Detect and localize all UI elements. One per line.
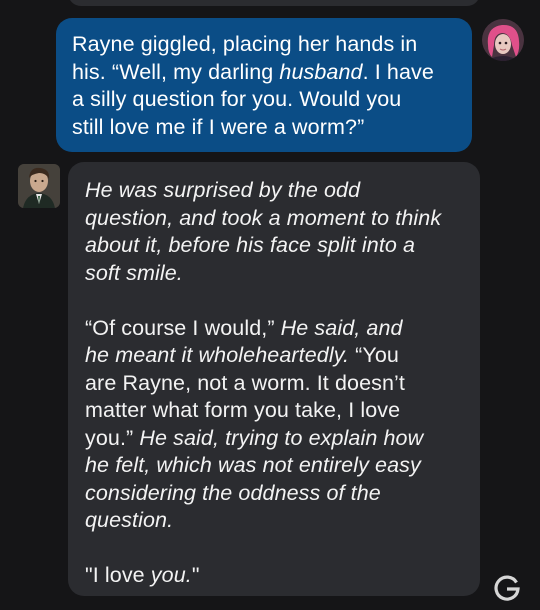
message-line: "I love you." <box>85 563 200 587</box>
message-line: you.” He said, trying to explain how <box>85 425 424 450</box>
character-message-bubble[interactable]: He was surprised by the odd question, an… <box>68 162 480 596</box>
message-line: “Of course I would,” He said, and <box>85 315 403 340</box>
user-message-bubble[interactable]: Rayne giggled, placing her hands in his.… <box>56 18 472 152</box>
message-line: about it, before his face split into a <box>85 233 416 257</box>
message-line: he meant it wholeheartedly. “You <box>85 343 399 367</box>
message-line: question. <box>85 508 174 532</box>
chat-screen: Rayne giggled, placing her hands in his.… <box>0 0 540 610</box>
message-line: question, and took a moment to think <box>85 205 442 230</box>
user-message-line: still love me if I were a worm?” <box>72 114 365 139</box>
message-line: are Rayne, not a worm. It doesn’t <box>85 370 405 395</box>
user-message-line: a silly question for you. Would you <box>72 87 402 111</box>
google-g-icon-glyph <box>494 575 520 601</box>
user-avatar[interactable] <box>482 19 524 61</box>
message-line: He was surprised by the odd <box>85 178 361 202</box>
character-avatar-image <box>18 164 60 208</box>
character-avatar[interactable] <box>18 164 60 208</box>
user-avatar-image <box>482 19 524 61</box>
message-line: matter what form you take, I love <box>85 398 401 422</box>
message-line: he felt, which was not entirely easy <box>85 453 421 477</box>
message-line: soft smile. <box>85 260 183 285</box>
message-line: considering the oddness of the <box>85 480 381 505</box>
user-message-line: Rayne giggled, placing her hands in <box>72 32 418 56</box>
user-message-line: his. “Well, my darling husband. I have <box>72 59 434 84</box>
previous-message-bubble[interactable] <box>68 0 480 6</box>
google-g-icon[interactable] <box>492 574 522 604</box>
